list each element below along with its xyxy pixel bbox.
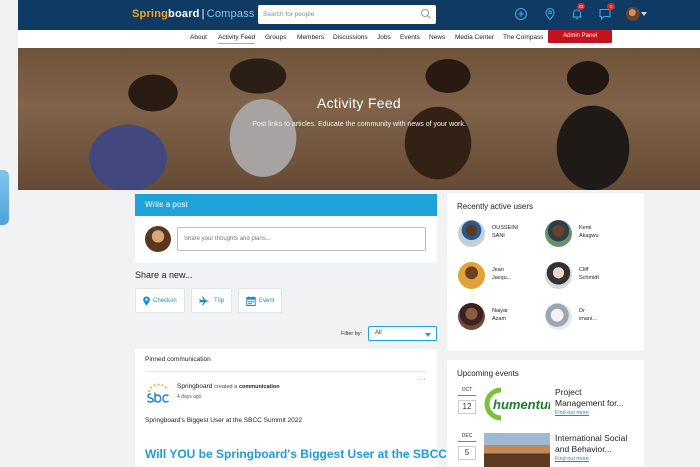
- recent-users-title: Recently active users: [457, 202, 534, 211]
- write-post-header: Write a post: [135, 194, 437, 216]
- nav-activity-feed[interactable]: Activity Feed: [218, 34, 256, 44]
- event-title[interactable]: International Social and Behavior...: [555, 433, 641, 455]
- user-name: Jean Jacqu...: [492, 267, 512, 281]
- search-icon[interactable]: [420, 8, 432, 20]
- post-author-line: Springboard created a communication: [177, 383, 280, 390]
- logo-separator: |: [201, 8, 205, 20]
- event-image[interactable]: [484, 433, 550, 467]
- user-avatar: [145, 226, 171, 252]
- nav-about[interactable]: About: [190, 34, 207, 41]
- post-object[interactable]: communication: [239, 384, 280, 390]
- event-day: 5: [458, 446, 476, 460]
- event-image[interactable]: humentum: [484, 386, 550, 422]
- recent-users-card: Recently active users OUSSEINI SANI Kemi A…: [447, 193, 644, 351]
- nav-jobs[interactable]: Jobs: [377, 34, 391, 41]
- trip-button[interactable]: Trip: [191, 288, 232, 313]
- search-box: [258, 5, 436, 24]
- main-nav: About Activity Feed Groups Members Discu…: [18, 30, 700, 48]
- admin-panel-button[interactable]: Admin Panel: [548, 30, 612, 43]
- logo-text-board: board: [168, 8, 200, 20]
- post-author[interactable]: Springboard: [177, 383, 212, 390]
- upcoming-events-title: Upcoming events: [457, 369, 519, 378]
- user-item[interactable]: OUSSEINI SANI: [458, 220, 548, 248]
- check-in-label: Check-in: [153, 298, 177, 304]
- search-input[interactable]: [263, 8, 413, 21]
- airplane-icon: [199, 296, 210, 306]
- user-name: Cliff Schmidt: [579, 267, 599, 281]
- top-bar: Springboard|Compass 41 1: [18, 0, 700, 30]
- chevron-down-icon[interactable]: [641, 12, 647, 16]
- user-avatar: [545, 303, 572, 330]
- hero-title: Activity Feed: [316, 95, 402, 111]
- post-text: Springboard's Biggest User at the SBCC S…: [145, 417, 302, 424]
- user-name: Kemi Akagwu: [579, 225, 599, 239]
- share-title: Share a new...: [135, 270, 193, 280]
- nav-members[interactable]: Members: [297, 34, 324, 41]
- divider: [145, 371, 427, 372]
- pinned-title: Pinned communication: [145, 356, 211, 363]
- logo-text-spring: Spring: [132, 8, 169, 20]
- user-avatar: [545, 220, 572, 247]
- pinned-communication-card: Pinned communication Springboard created…: [135, 349, 447, 467]
- user-avatar[interactable]: [626, 7, 640, 21]
- user-avatar: [458, 303, 485, 330]
- humentum-logo: humentum: [484, 387, 550, 421]
- user-avatar: [458, 262, 485, 289]
- user-name: Dr imani...: [579, 308, 597, 322]
- upcoming-events-card: Upcoming events OCT 12 humentum ProjectM…: [447, 360, 644, 467]
- event-button[interactable]: Event: [238, 288, 282, 313]
- user-item[interactable]: Naiyar Azam: [458, 303, 548, 331]
- hero-subtitle: Post links to articles. Educate the comm…: [252, 121, 466, 128]
- post-timestamp: 4 days ago: [177, 394, 202, 400]
- user-item[interactable]: Jean Jacqu...: [458, 262, 548, 290]
- notification-badge: 41: [577, 3, 585, 10]
- post-action: created a: [214, 384, 238, 390]
- write-post-card: [135, 216, 437, 263]
- user-name: Naiyar Azam: [492, 308, 508, 322]
- user-item[interactable]: Cliff Schmidt: [545, 262, 635, 290]
- event-label: Event: [259, 298, 275, 304]
- user-item[interactable]: Kemi Akagwu: [545, 220, 635, 248]
- logo-text-compass: Compass: [206, 8, 255, 20]
- filter-select[interactable]: All: [368, 326, 437, 341]
- event-find-out-more-link[interactable]: Find out more: [555, 456, 589, 462]
- check-in-button[interactable]: Check-in: [135, 288, 185, 313]
- nav-the-compass[interactable]: The Compass: [503, 34, 543, 41]
- nav-events[interactable]: Events: [400, 34, 420, 41]
- user-item[interactable]: Dr imani...: [545, 303, 635, 331]
- user-avatar: [545, 262, 572, 289]
- event-month: OCT: [461, 387, 473, 393]
- side-decoration: [0, 170, 9, 225]
- calendar-icon: [246, 296, 256, 306]
- post-input[interactable]: [177, 227, 426, 251]
- nav-groups[interactable]: Groups: [265, 34, 286, 41]
- event-date-rule: [458, 395, 476, 396]
- user-name: OUSSEINI SANI: [492, 225, 519, 239]
- more-options-icon[interactable]: ···: [418, 376, 427, 383]
- site-logo[interactable]: Springboard | Compass: [132, 8, 255, 20]
- filter-label: Filter by:: [341, 331, 363, 337]
- add-circle-icon[interactable]: [514, 7, 528, 21]
- event-month: DEC: [461, 433, 473, 439]
- nav-media-center[interactable]: Media Center: [455, 34, 494, 41]
- trip-label: Trip: [214, 298, 225, 304]
- filter-value: All: [375, 330, 382, 336]
- post-headline-link[interactable]: Will YOU be Springboard's Biggest User a…: [145, 447, 447, 461]
- sbc-logo: [146, 383, 170, 403]
- hero-banner: Activity Feed Post links to articles. Ed…: [18, 48, 700, 190]
- event-day: 12: [458, 400, 476, 414]
- svg-text:humentum: humentum: [493, 397, 550, 412]
- nav-news[interactable]: News: [429, 34, 445, 41]
- event-date-rule: [458, 441, 476, 442]
- event-title[interactable]: Project Management for...: [555, 387, 637, 409]
- hero-overlay: [18, 48, 700, 190]
- chevron-down-icon: [425, 333, 431, 337]
- event-find-out-more-link[interactable]: Find out more: [555, 410, 589, 416]
- nav-discussions[interactable]: Discussions: [333, 34, 368, 41]
- user-avatar: [458, 220, 485, 247]
- location-pin-icon: [143, 296, 150, 306]
- location-pin-icon[interactable]: [543, 7, 557, 21]
- message-badge: 1: [607, 3, 615, 10]
